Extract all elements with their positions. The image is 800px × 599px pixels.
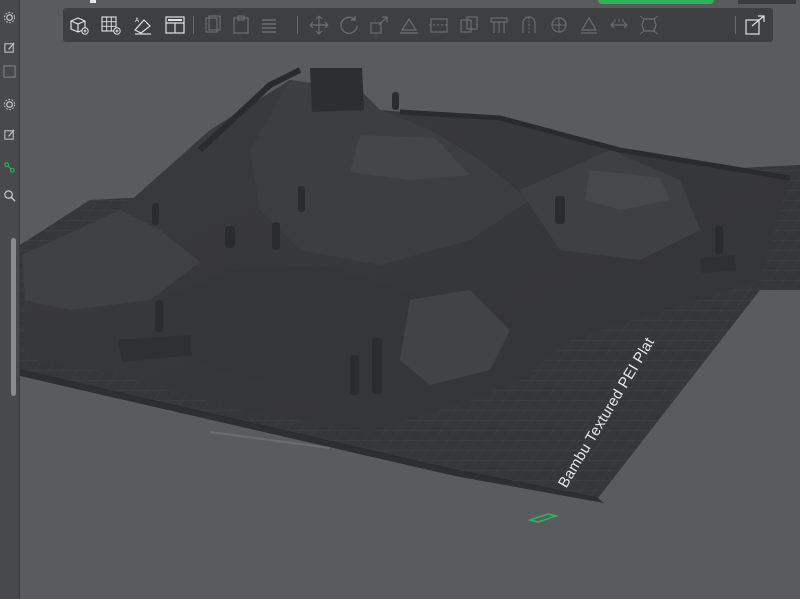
paste-icon[interactable] — [229, 13, 253, 37]
assembly-view-icon[interactable] — [637, 13, 661, 37]
axis-indicator-icon — [528, 513, 558, 523]
slice-button-edge[interactable] — [598, 0, 714, 4]
cut-icon[interactable] — [427, 13, 451, 37]
svg-text:A: A — [135, 17, 140, 24]
toolbar-separator — [735, 16, 736, 34]
edit-icon-2[interactable] — [2, 127, 17, 142]
3d-viewport[interactable] — [0, 0, 800, 599]
top-bar-right-fragment — [738, 0, 796, 4]
text-emboss-icon[interactable] — [577, 13, 601, 37]
toolbar-separator — [297, 16, 298, 34]
measure-icon[interactable] — [607, 13, 631, 37]
color-paint-icon[interactable] — [547, 13, 571, 37]
copy-icon[interactable] — [201, 13, 225, 37]
box-icon[interactable] — [2, 64, 17, 79]
split-plate-icon[interactable] — [163, 13, 187, 37]
search-icon[interactable] — [2, 188, 17, 203]
settings-icon[interactable] — [2, 10, 17, 25]
edit-icon[interactable] — [2, 40, 17, 55]
move-icon[interactable] — [307, 13, 331, 37]
scale-icon[interactable] — [367, 13, 391, 37]
seam-paint-icon[interactable] — [517, 13, 541, 37]
top-toolbar: A — [63, 8, 773, 42]
top-bar-fragment — [90, 0, 96, 3]
connect-icon[interactable] — [2, 160, 17, 175]
layers-list-icon[interactable] — [257, 13, 281, 37]
lay-on-face-icon[interactable] — [397, 13, 421, 37]
mesh-boolean-icon[interactable] — [457, 13, 481, 37]
add-object-icon[interactable] — [67, 13, 91, 37]
rotate-icon[interactable] — [337, 13, 361, 37]
auto-orient-icon[interactable]: A — [131, 13, 155, 37]
settings-icon-2[interactable] — [2, 97, 17, 112]
support-paint-icon[interactable] — [487, 13, 511, 37]
left-scrollbar[interactable] — [11, 238, 16, 396]
arrange-grid-icon[interactable] — [99, 13, 123, 37]
left-icon-strip — [0, 0, 20, 599]
cut-tool-icon[interactable] — [743, 13, 767, 37]
toolbar-separator — [193, 16, 194, 34]
